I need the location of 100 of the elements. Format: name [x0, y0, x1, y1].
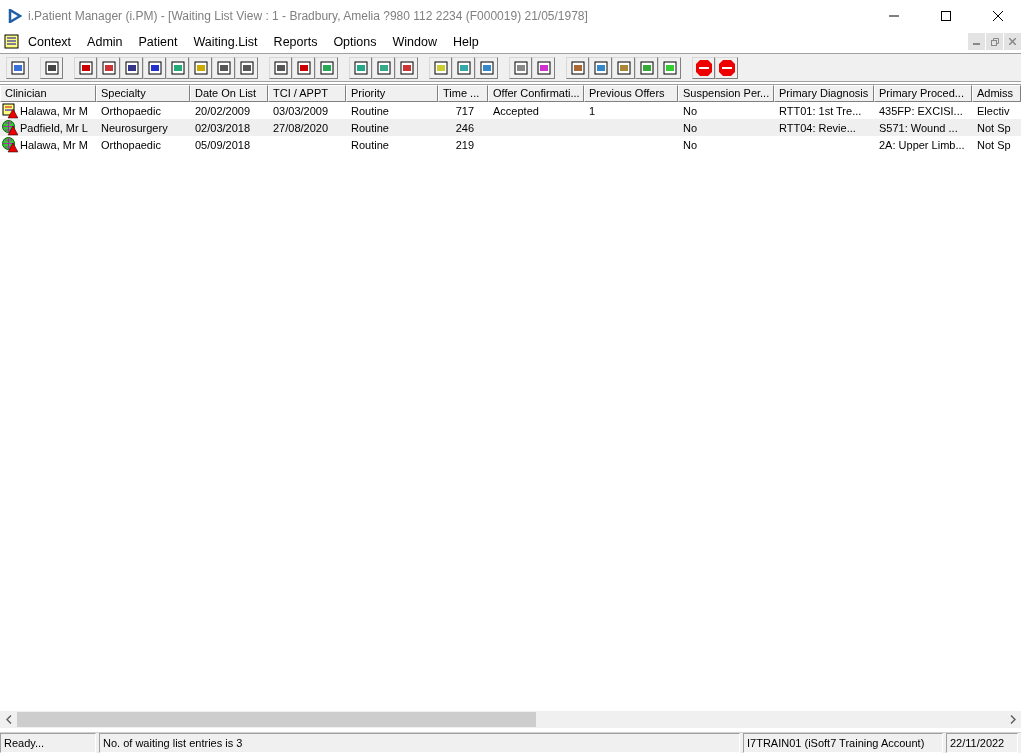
toolbar-icon: [146, 59, 163, 76]
restore-icon: [990, 37, 999, 46]
menu-item[interactable]: Context: [20, 34, 80, 49]
column-header[interactable]: Suspension Per...: [678, 85, 774, 102]
column-header[interactable]: Offer Confirmati...: [488, 85, 584, 102]
table-cell: Not Sp: [977, 138, 1011, 151]
toolbar-button[interactable]: [120, 56, 143, 79]
globe-warning-icon: [2, 119, 18, 136]
toolbar-icon: [9, 59, 26, 76]
table-cell: Routine: [351, 104, 389, 117]
toolbar-button[interactable]: [143, 56, 166, 79]
table-cell: Electiv: [977, 104, 1010, 117]
toolbar-icon: [432, 59, 449, 76]
toolbar-icon: [352, 59, 369, 76]
toolbar-icon: [512, 59, 529, 76]
scrollbar-thumb[interactable]: [17, 712, 536, 727]
toolbar-icon: [318, 59, 335, 76]
toolbar-button[interactable]: [715, 56, 738, 79]
table-cell: No: [683, 121, 698, 134]
close-icon[interactable]: [993, 11, 1003, 21]
toolbar-button[interactable]: [566, 56, 589, 79]
mdi-close-button[interactable]: [1004, 33, 1021, 50]
toolbar-icon: [661, 59, 678, 76]
toolbar-icon: [398, 59, 415, 76]
maximize-icon[interactable]: [941, 11, 951, 21]
toolbar-button[interactable]: [692, 56, 715, 79]
toolbar-icon: [215, 59, 232, 76]
toolbar-button[interactable]: [212, 56, 235, 79]
toolbar-icon: [455, 59, 472, 76]
table-cell: Neurosurgery: [101, 121, 168, 134]
toolbar-icon: [238, 59, 255, 76]
column-header[interactable]: TCI / APPT: [268, 85, 346, 102]
column-header[interactable]: Primary Proced...: [874, 85, 972, 102]
toolbar-button[interactable]: [292, 56, 315, 79]
column-header[interactable]: Date On List: [190, 85, 268, 102]
toolbar-icon: [592, 59, 609, 76]
table-cell: 246: [455, 121, 474, 134]
column-header[interactable]: Admiss: [972, 85, 1021, 102]
table-cell: 02/03/2018: [195, 121, 251, 134]
toolbar-button[interactable]: [235, 56, 258, 79]
table-cell: Not Sp: [977, 121, 1011, 134]
toolbar-icon: [535, 59, 552, 76]
table-cell: Orthopaedic: [101, 138, 161, 151]
table-cell: Routine: [351, 121, 389, 134]
table-cell: Routine: [351, 138, 389, 151]
table-cell: RTT01: 1st Tre...: [779, 104, 862, 117]
column-header[interactable]: Primary Diagnosis: [774, 85, 874, 102]
status-pane: 22/11/2022: [946, 733, 1018, 753]
table-cell: 219: [455, 138, 474, 151]
toolbar-button[interactable]: [97, 56, 120, 79]
status-pane: I7TRAIN01 (iSoft7 Training Account): [743, 733, 943, 753]
toolbar-button[interactable]: [74, 56, 97, 79]
toolbar-icon: [638, 59, 655, 76]
table-cell: 27/08/2020: [273, 121, 329, 134]
toolbar-button[interactable]: [269, 56, 292, 79]
column-header[interactable]: Specialty: [96, 85, 190, 102]
table-cell: Halawa, Mr M: [20, 104, 88, 117]
table-cell: 05/09/2018: [195, 138, 251, 151]
menu-item[interactable]: Patient: [130, 34, 186, 49]
table-cell: S571: Wound ...: [879, 121, 958, 134]
table-cell: 20/02/2009: [195, 104, 251, 117]
status-pane: No. of waiting list entries is 3: [99, 733, 740, 753]
table-cell: Halawa, Mr M: [20, 138, 88, 151]
window-title: i.Patient Manager (i.PM) - [Waiting List View : 1 - Bradbury, Amelia ?980 112 2234 (F000019) 21/05/1978]: [28, 9, 589, 23]
menu-item[interactable]: Admin: [79, 34, 131, 49]
column-header[interactable]: Time ...: [438, 85, 488, 102]
table-row[interactable]: Padfield, Mr L Neurosurgery 02/03/2018 27/08/2020 Routine 246 No RTT04: Revie... S571: Wound ... Not Sp: [0, 119, 1021, 136]
toolbar-button[interactable]: [40, 56, 63, 79]
column-header[interactable]: Priority: [346, 85, 438, 102]
toolbar-button[interactable]: [6, 56, 29, 79]
menu-item[interactable]: Help: [444, 34, 487, 49]
toolbar-icon: [77, 59, 94, 76]
table-cell: Padfield, Mr L: [20, 121, 88, 134]
horizontal-scrollbar[interactable]: [0, 711, 1021, 728]
table-cell: Orthopaedic: [101, 104, 161, 117]
globe-warning-icon: [2, 136, 18, 153]
toolbar-icon: [100, 59, 117, 76]
menu-item[interactable]: Reports: [265, 34, 326, 49]
menu-item[interactable]: Waiting.List: [185, 34, 266, 49]
column-header[interactable]: Clinician: [0, 85, 96, 102]
exit-sign-icon: [694, 58, 713, 77]
document-icon[interactable]: [4, 33, 20, 50]
mdi-restore-button[interactable]: [986, 33, 1003, 50]
toolbar-icon: [375, 59, 392, 76]
column-header[interactable]: Previous Offers: [584, 85, 678, 102]
table-cell: 717: [455, 104, 474, 117]
toolbar-icon: [192, 59, 209, 76]
table-cell: 435FP: EXCISI...: [879, 104, 963, 117]
toolbar-icon: [43, 59, 60, 76]
menu-item[interactable]: Window: [384, 34, 445, 49]
note-warning-icon: [2, 102, 18, 119]
close-icon: [1009, 38, 1016, 45]
status-pane: Ready...: [0, 733, 96, 753]
toolbar-icon: [123, 59, 140, 76]
toolbar-icon: [272, 59, 289, 76]
menu-item[interactable]: Options: [325, 34, 385, 49]
table-cell: 2A: Upper Limb...: [879, 138, 965, 151]
table-cell: 1: [589, 104, 596, 117]
mdi-minimize-button[interactable]: [968, 33, 985, 50]
toolbar-button[interactable]: [395, 56, 418, 79]
